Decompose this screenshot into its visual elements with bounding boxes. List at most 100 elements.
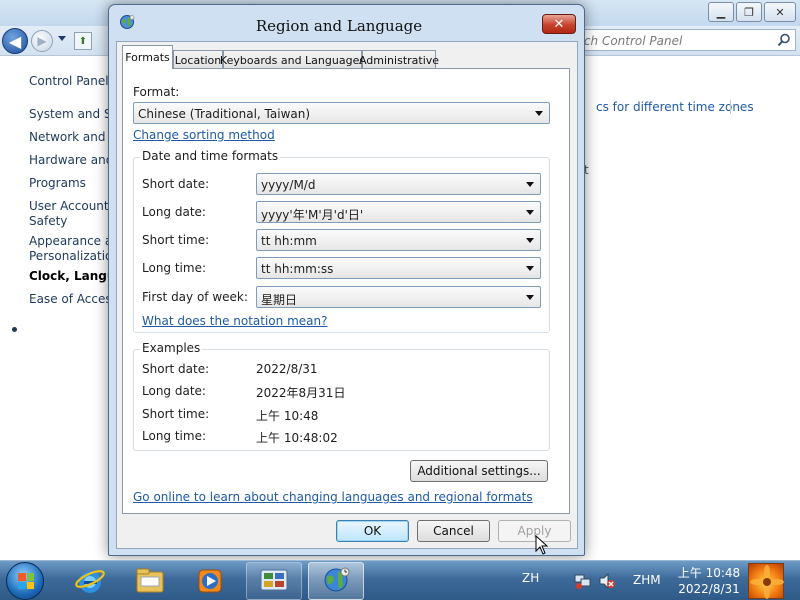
example-long-date-label: Long date: bbox=[142, 384, 206, 398]
sidebar-item-ease-of-access[interactable]: Ease of Access bbox=[29, 292, 118, 306]
volume-muted-icon[interactable] bbox=[598, 573, 616, 589]
additional-settings-button[interactable]: Additional settings... bbox=[410, 460, 548, 482]
formats-panel: Format: Chinese (Traditional, Taiwan) Ch… bbox=[122, 68, 570, 514]
long-time-dropdown[interactable]: tt hh:mm:ss bbox=[256, 257, 541, 279]
region-language-icon bbox=[324, 567, 350, 592]
search-input[interactable]: rch Control Panel bbox=[578, 29, 796, 51]
format-dropdown[interactable]: Chinese (Traditional, Taiwan) bbox=[133, 102, 550, 124]
short-date-label: Short date: bbox=[142, 177, 210, 191]
search-placeholder: rch Control Panel bbox=[579, 34, 683, 48]
sidebar-item-appearance[interactable]: Appearance an bbox=[29, 234, 120, 248]
clock-date: 2022/8/31 bbox=[678, 582, 740, 596]
forward-button[interactable]: ▶ bbox=[31, 30, 53, 52]
chevron-down-icon bbox=[526, 182, 534, 187]
mouse-cursor-icon bbox=[535, 535, 549, 555]
chevron-down-icon bbox=[526, 238, 534, 243]
link-separator bbox=[730, 100, 731, 114]
dialog-title: Region and Language bbox=[255, 17, 423, 35]
tab-administrative[interactable]: Administrative bbox=[359, 50, 439, 69]
up-arrow-icon: ⬆ bbox=[78, 35, 88, 47]
close-icon: ✕ bbox=[553, 16, 565, 32]
search-icon[interactable] bbox=[777, 33, 791, 47]
cancel-button[interactable]: Cancel bbox=[417, 520, 490, 542]
minimize-icon: ▁ bbox=[716, 5, 726, 19]
sidebar-item-user-accounts[interactable]: User Accounts bbox=[29, 199, 115, 213]
restore-icon: ❐ bbox=[744, 5, 754, 19]
sidebar-item-user-accounts-line2[interactable]: Safety bbox=[29, 214, 67, 228]
control-panel-icon bbox=[260, 569, 288, 591]
maximize-button[interactable]: ❐ bbox=[736, 2, 762, 22]
internet-explorer-icon bbox=[75, 570, 105, 593]
example-short-time-value: 上午 10:48 bbox=[256, 409, 319, 423]
ok-button[interactable]: OK bbox=[336, 520, 409, 542]
change-sorting-link[interactable]: Change sorting method bbox=[133, 128, 275, 142]
dialog-client-area: Formats Location Keyboards and Languages… bbox=[116, 41, 578, 549]
flower-icon bbox=[750, 565, 784, 599]
close-icon: ✕ bbox=[775, 5, 785, 19]
control-panel-sidebar: Control Panel H System and Sec Network a… bbox=[0, 56, 132, 560]
example-short-time-label: Short time: bbox=[142, 407, 210, 421]
example-short-date-label: Short date: bbox=[142, 362, 210, 376]
dialog-close-button[interactable]: ✕ bbox=[542, 14, 576, 34]
region-language-dialog: Region and Language ✕ Formats Location K… bbox=[108, 4, 585, 556]
network-icon[interactable] bbox=[574, 573, 592, 589]
recent-pages-dropdown[interactable] bbox=[58, 36, 66, 41]
example-short-date-value: 2022/8/31 bbox=[256, 362, 318, 376]
sidebar-item-programs[interactable]: Programs bbox=[29, 176, 86, 190]
windows-explorer-icon bbox=[136, 568, 164, 593]
example-long-time-label: Long time: bbox=[142, 429, 207, 443]
current-item-bullet bbox=[12, 327, 17, 332]
taskbar-clock[interactable]: 上午 10:48 2022/8/31 bbox=[676, 565, 742, 597]
date-time-group-title: Date and time formats bbox=[140, 149, 281, 163]
media-player-icon bbox=[198, 569, 222, 593]
short-date-value: yyyy/M/d bbox=[261, 178, 316, 192]
examples-group: Examples Short date: 2022/8/31 Long date… bbox=[133, 341, 550, 451]
long-time-value: tt hh:mm:ss bbox=[261, 262, 334, 276]
tab-location[interactable]: Location bbox=[173, 50, 223, 69]
format-value: Chinese (Traditional, Taiwan) bbox=[138, 107, 311, 121]
language-indicator[interactable]: ZH bbox=[522, 571, 539, 585]
example-long-time-value: 上午 10:48:02 bbox=[256, 431, 338, 445]
close-window-button[interactable]: ✕ bbox=[764, 2, 796, 22]
short-time-dropdown[interactable]: tt hh:mm bbox=[256, 229, 541, 251]
long-date-dropdown[interactable]: yyyy'年'M'月'd'日' bbox=[256, 201, 541, 223]
sidebar-item-network[interactable]: Network and In bbox=[29, 130, 120, 144]
tab-keyboards-languages[interactable]: Keyboards and Languages bbox=[220, 50, 365, 69]
up-button[interactable]: ⬆ bbox=[74, 32, 92, 50]
chevron-down-icon bbox=[535, 111, 543, 116]
date-time-formats-group: Date and time formats Short date: yyyy/M… bbox=[133, 149, 550, 333]
window-controls: ▁ ❐ ✕ bbox=[708, 2, 796, 22]
long-time-label: Long time: bbox=[142, 261, 207, 275]
back-button[interactable]: ◀ bbox=[2, 28, 28, 54]
notation-help-link[interactable]: What does the notation mean? bbox=[142, 314, 327, 328]
taskbar-windows-explorer[interactable] bbox=[122, 562, 178, 600]
taskbar-internet-explorer[interactable] bbox=[62, 562, 118, 600]
chevron-down-icon bbox=[526, 210, 534, 215]
minimize-button[interactable]: ▁ bbox=[708, 2, 734, 22]
back-arrow-icon: ◀ bbox=[8, 31, 22, 51]
first-day-of-week-value: 星期日 bbox=[261, 293, 298, 307]
short-time-label: Short time: bbox=[142, 233, 210, 247]
first-day-of-week-dropdown[interactable]: 星期日 bbox=[256, 286, 541, 308]
sidebar-item-appearance-line2[interactable]: Personalization bbox=[29, 249, 120, 263]
taskbar: ZH ZHM 上午 10:48 2022/8/31 bbox=[0, 560, 800, 600]
forward-arrow-icon: ▶ bbox=[37, 34, 47, 48]
go-online-link[interactable]: Go online to learn about changing langua… bbox=[133, 490, 533, 504]
tab-formats[interactable]: Formats bbox=[122, 45, 173, 69]
clock-time: 上午 10:48 bbox=[677, 566, 741, 580]
short-time-value: tt hh:mm bbox=[261, 234, 317, 248]
examples-group-title: Examples bbox=[140, 341, 203, 355]
example-long-date-value: 2022年8月31日 bbox=[256, 386, 346, 400]
chevron-down-icon bbox=[526, 295, 534, 300]
long-date-value: yyyy'年'M'月'd'日' bbox=[261, 208, 364, 222]
short-date-dropdown[interactable]: yyyy/M/d bbox=[256, 173, 541, 195]
ime-indicator[interactable]: ZHM bbox=[633, 573, 661, 587]
chevron-down-icon bbox=[526, 266, 534, 271]
taskbar-control-panel[interactable] bbox=[246, 562, 302, 600]
show-desktop-button[interactable] bbox=[748, 563, 784, 599]
start-button[interactable] bbox=[6, 562, 44, 600]
format-label: Format: bbox=[133, 85, 180, 99]
taskbar-region-language[interactable] bbox=[308, 562, 364, 600]
windows-logo-icon bbox=[18, 573, 34, 589]
taskbar-media-player[interactable] bbox=[182, 562, 238, 600]
